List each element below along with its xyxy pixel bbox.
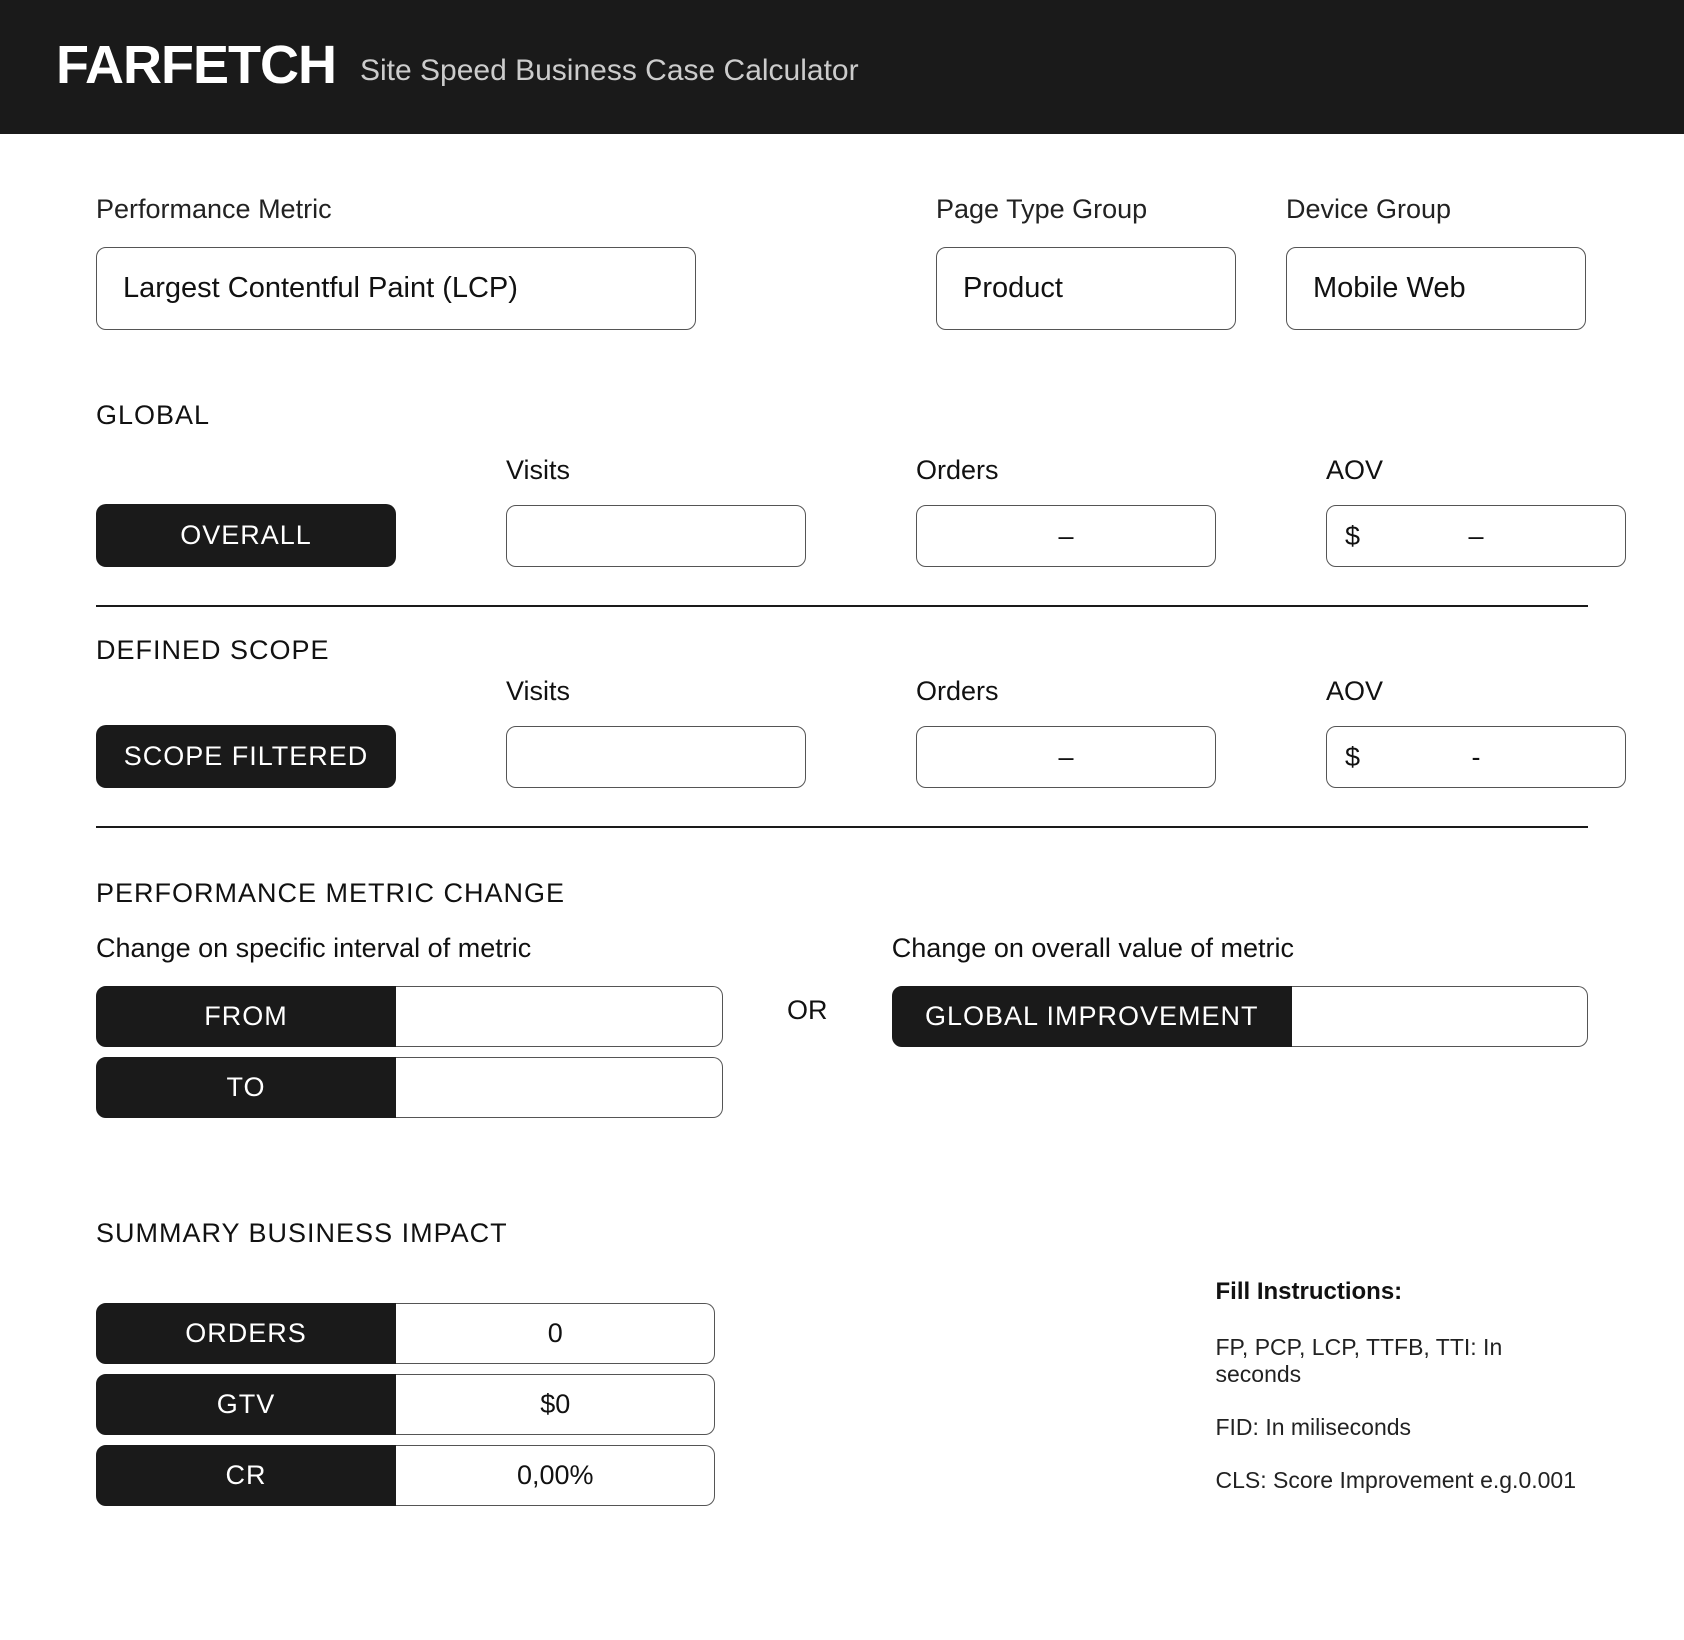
fill-instructions: Fill Instructions: FP, PCP, LCP, TTFB, T…	[1215, 1218, 1588, 1520]
column-header-aov: AOV	[1326, 455, 1626, 486]
to-input[interactable]	[396, 1057, 723, 1118]
global-orders-value: –	[916, 505, 1216, 567]
scope-heading: DEFINED SCOPE	[96, 635, 1588, 666]
scope-aov-number: -	[1472, 742, 1481, 773]
brand-logo: FARFETCH	[56, 38, 336, 92]
filter-page-type-group: Page Type Group Product	[936, 194, 1236, 330]
column-header-visits: Visits	[506, 455, 806, 486]
interval-label: Change on specific interval of metric	[96, 933, 723, 964]
global-improvement-label: GLOBAL IMPROVEMENT	[892, 986, 1292, 1047]
scope-row-label: SCOPE FILTERED	[96, 725, 396, 788]
filter-device-group: Device Group Mobile Web	[1286, 194, 1586, 330]
global-heading: GLOBAL	[96, 400, 1588, 431]
summary-orders-row: ORDERS 0	[96, 1303, 715, 1364]
to-row: TO	[96, 1057, 723, 1118]
summary-gtv-value: $0	[396, 1374, 715, 1435]
scope-aov-value: $ -	[1326, 726, 1626, 788]
column-header-aov: AOV	[1326, 676, 1626, 707]
scope-visits-input[interactable]	[506, 726, 806, 788]
change-row: Change on specific interval of metric FR…	[96, 933, 1588, 1128]
filter-label: Device Group	[1286, 194, 1586, 225]
instructions-line: FP, PCP, LCP, TTFB, TTI: In seconds	[1215, 1334, 1588, 1388]
main-content: Performance Metric Largest Contentful Pa…	[0, 134, 1684, 1560]
filter-performance-metric: Performance Metric Largest Contentful Pa…	[96, 194, 696, 330]
filter-label: Page Type Group	[936, 194, 1236, 225]
instructions-title: Fill Instructions:	[1215, 1278, 1588, 1306]
scope-metrics: Visits Orders AOV SCOPE FILTERED – $ -	[96, 676, 1588, 788]
filter-label: Performance Metric	[96, 194, 696, 225]
or-separator: OR	[723, 933, 892, 1026]
global-visits-input[interactable]	[506, 505, 806, 567]
column-header-orders: Orders	[916, 676, 1216, 707]
change-heading: PERFORMANCE METRIC CHANGE	[96, 878, 1588, 909]
device-group-select[interactable]: Mobile Web	[1286, 247, 1586, 330]
currency-prefix: $	[1345, 742, 1360, 773]
to-label: TO	[96, 1057, 396, 1118]
column-header-orders: Orders	[916, 455, 1216, 486]
instructions-line: CLS: Score Improvement e.g.0.001	[1215, 1467, 1588, 1494]
divider	[96, 826, 1588, 828]
summary-cr-row: CR 0,00%	[96, 1445, 715, 1506]
global-improvement-input[interactable]	[1292, 986, 1588, 1047]
summary-gtv-row: GTV $0	[96, 1374, 715, 1435]
instructions-line: FID: In miliseconds	[1215, 1414, 1588, 1441]
change-overall-column: Change on overall value of metric GLOBAL…	[892, 933, 1588, 1057]
summary-section: SUMMARY BUSINESS IMPACT ORDERS 0 GTV $0 …	[96, 1218, 1588, 1520]
global-improvement-row: GLOBAL IMPROVEMENT	[892, 986, 1588, 1047]
summary-gtv-label: GTV	[96, 1374, 396, 1435]
overall-label: Change on overall value of metric	[892, 933, 1588, 964]
summary-cr-label: CR	[96, 1445, 396, 1506]
filter-row: Performance Metric Largest Contentful Pa…	[96, 194, 1588, 330]
global-metrics: Visits Orders AOV OVERALL – $ –	[96, 455, 1588, 567]
global-aov-value: $ –	[1326, 505, 1626, 567]
summary-cr-value: 0,00%	[396, 1445, 715, 1506]
page-type-group-select[interactable]: Product	[936, 247, 1236, 330]
divider	[96, 605, 1588, 607]
from-row: FROM	[96, 986, 723, 1047]
summary-orders-value: 0	[396, 1303, 715, 1364]
global-aov-number: –	[1468, 521, 1483, 552]
from-label: FROM	[96, 986, 396, 1047]
overall-row-label: OVERALL	[96, 504, 396, 567]
scope-orders-value: –	[916, 726, 1216, 788]
change-interval-column: Change on specific interval of metric FR…	[96, 933, 723, 1128]
page-title: Site Speed Business Case Calculator	[360, 54, 859, 92]
performance-metric-select[interactable]: Largest Contentful Paint (LCP)	[96, 247, 696, 330]
app-header: FARFETCH Site Speed Business Case Calcul…	[0, 0, 1684, 134]
summary-heading: SUMMARY BUSINESS IMPACT	[96, 1218, 715, 1249]
currency-prefix: $	[1345, 521, 1360, 552]
column-header-visits: Visits	[506, 676, 806, 707]
from-input[interactable]	[396, 986, 723, 1047]
summary-orders-label: ORDERS	[96, 1303, 396, 1364]
